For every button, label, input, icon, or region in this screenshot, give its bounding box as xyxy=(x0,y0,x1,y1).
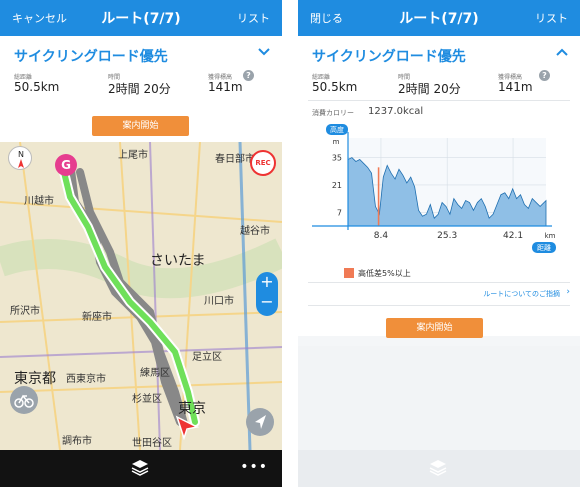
map-label: さいたま xyxy=(150,253,206,269)
route-map[interactable]: 上尾市 春日部市 川越市 越谷市 さいたま 所沢市 新座市 川口市 東京都 西東… xyxy=(0,142,282,450)
map-label: 上尾市 xyxy=(118,150,148,161)
list-button[interactable]: リスト xyxy=(535,10,568,26)
route-detail-screen: 閉じる ルート(7/7) リスト サイクリングロード優先 総距離 50.5km … xyxy=(298,0,580,487)
map-label: 川越市 xyxy=(24,196,54,207)
y-tick-label: 7 xyxy=(337,208,342,217)
elevation-chart[interactable]: 7 21 35 8.4 25.3 42.1 高度 m km 距離 xyxy=(308,122,560,253)
map-label: 杉並区 xyxy=(132,394,162,405)
y-tick-label: 21 xyxy=(332,181,342,190)
record-button[interactable]: REC xyxy=(250,150,276,176)
distance-value: 50.5km xyxy=(14,80,60,94)
map-label: 川口市 xyxy=(204,296,234,307)
x-axis-label: 距離 xyxy=(537,243,551,252)
bottom-toolbar: ••• xyxy=(0,450,282,487)
layers-icon[interactable] xyxy=(130,458,150,482)
top-bar: キャンセル ルート(7/7) リスト xyxy=(0,0,282,36)
bottom-toolbar xyxy=(298,450,580,487)
map-label: 西東京市 xyxy=(66,374,106,385)
zoom-out-button[interactable]: − xyxy=(256,292,278,312)
map-label: 東京都 xyxy=(14,371,56,387)
calorie-value: 1237.0kcal xyxy=(368,106,424,117)
bicycle-mode-button[interactable] xyxy=(10,386,38,414)
map-label: 調布市 xyxy=(62,436,92,447)
expand-chevron-icon[interactable] xyxy=(258,46,270,61)
help-icon[interactable]: ? xyxy=(539,70,550,81)
navigate-button[interactable] xyxy=(246,408,274,436)
navigation-arrow-icon xyxy=(255,415,266,429)
goal-marker[interactable]: G xyxy=(55,154,77,176)
x-tick-label: 25.3 xyxy=(437,231,457,241)
route-feedback-link[interactable]: ルートについてのご指摘 xyxy=(483,289,560,299)
y-unit-label: m xyxy=(333,138,340,146)
map-label: 新座市 xyxy=(82,312,112,323)
map-label: 越谷市 xyxy=(240,226,270,237)
route-overview-screen: キャンセル ルート(7/7) リスト サイクリングロード優先 総距離 50.5k… xyxy=(0,0,282,487)
elevation-value: 141m xyxy=(498,80,533,94)
x-unit-label: km xyxy=(545,232,556,240)
distance-value: 50.5km xyxy=(312,80,358,94)
route-name: サイクリングロード優先 xyxy=(312,49,466,65)
divider xyxy=(308,100,570,101)
svg-text:N: N xyxy=(18,150,24,159)
divider xyxy=(308,305,570,306)
steep-grade-highlight xyxy=(377,167,380,226)
compass-icon: N xyxy=(18,150,24,168)
map-label: 足立区 xyxy=(192,352,222,363)
y-axis-label: 高度 xyxy=(330,125,344,134)
route-summary-panel: サイクリングロード優先 総距離 50.5km 時間 2時間 20分 獲得標高 1… xyxy=(0,36,282,142)
map-background-faded xyxy=(298,346,580,450)
current-location-arrow-icon xyxy=(174,414,200,444)
time-value: 2時間 20分 xyxy=(398,82,461,96)
layers-icon[interactable] xyxy=(428,458,448,482)
y-tick-label: 35 xyxy=(332,154,342,163)
calorie-label: 消費カロリー xyxy=(312,109,354,117)
more-menu-button[interactable]: ••• xyxy=(240,459,268,475)
route-name: サイクリングロード優先 xyxy=(14,49,168,65)
zoom-control[interactable]: + − xyxy=(256,272,278,316)
bicycle-icon xyxy=(14,394,34,408)
divider xyxy=(308,282,570,283)
x-tick-label: 42.1 xyxy=(503,231,523,241)
compass-button[interactable]: N xyxy=(8,146,32,170)
steep-grade-legend-label: 高低差5%以上 xyxy=(358,269,411,278)
elevation-value: 141m xyxy=(208,80,243,94)
top-bar: 閉じる ルート(7/7) リスト xyxy=(298,0,580,36)
help-icon[interactable]: ? xyxy=(243,70,254,81)
start-navigation-button[interactable]: 案内開始 xyxy=(386,318,483,338)
x-tick-label: 8.4 xyxy=(374,231,389,241)
start-navigation-button[interactable]: 案内開始 xyxy=(92,116,189,136)
list-button[interactable]: リスト xyxy=(237,10,270,26)
map-label: 世田谷区 xyxy=(132,438,172,449)
chevron-right-icon[interactable]: › xyxy=(566,287,570,297)
map-label: 練馬区 xyxy=(140,368,170,379)
time-value: 2時間 20分 xyxy=(108,82,171,96)
steep-grade-legend-swatch xyxy=(344,268,354,278)
map-label: 所沢市 xyxy=(10,306,40,317)
collapse-chevron-icon[interactable] xyxy=(556,46,568,61)
map-label: 春日部市 xyxy=(215,154,255,165)
zoom-in-button[interactable]: + xyxy=(256,272,278,292)
